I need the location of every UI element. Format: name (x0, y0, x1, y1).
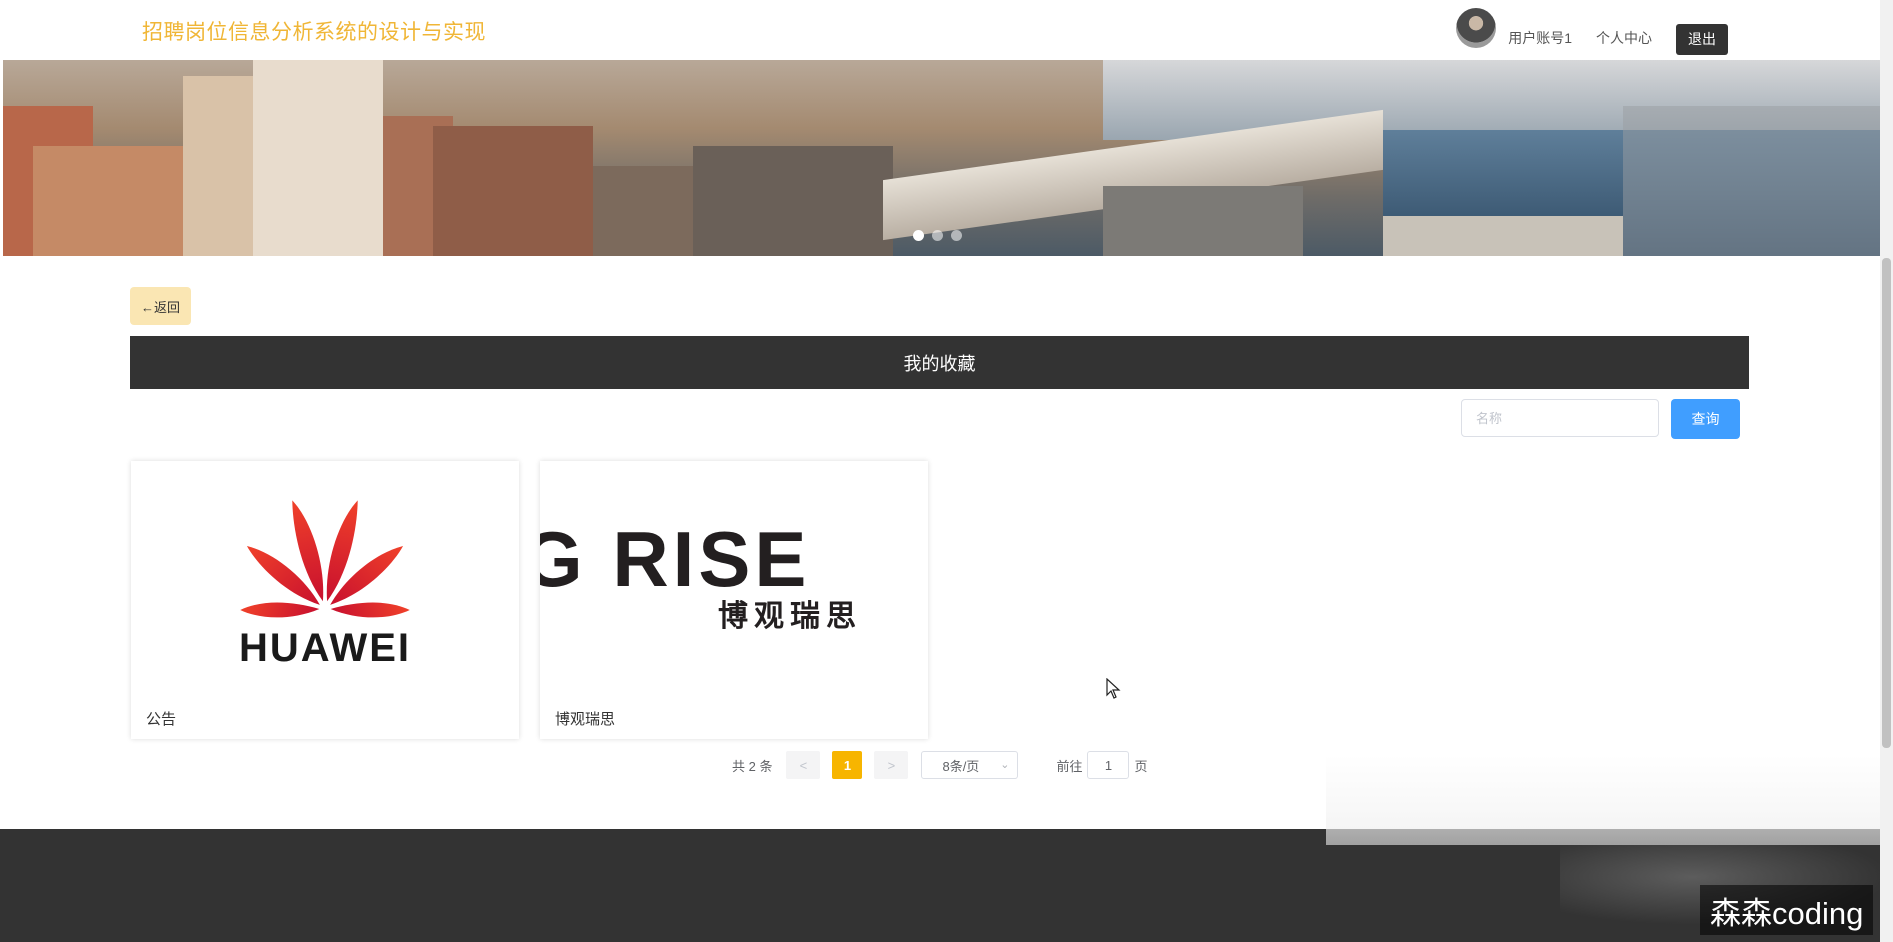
search-input[interactable] (1461, 399, 1659, 437)
pagination: 共 2 条 < 1 > 8条/页 ⌄ 前往 页 (732, 751, 1148, 779)
next-page-button[interactable]: > (874, 751, 909, 779)
personal-center-link[interactable]: 个人中心 (1596, 28, 1652, 48)
banner-building (1623, 106, 1880, 256)
banner-building (593, 166, 693, 256)
banner-building (1103, 186, 1303, 256)
logout-button[interactable]: 退出 (1676, 24, 1728, 55)
goto-page-input[interactable] (1087, 751, 1130, 779)
mouse-cursor-icon (1106, 678, 1121, 699)
card-image: G RISE 博观瑞思 (540, 461, 928, 681)
top-header: 招聘岗位信息分析系统的设计与实现 用户账号1 个人中心 退出 (0, 0, 1880, 60)
pagination-total: 共 2 条 (732, 758, 773, 774)
chevron-down-icon: ⌄ (1000, 759, 1010, 771)
user-area: 用户账号1 个人中心 退出 (1456, 6, 1728, 56)
page-number-current[interactable]: 1 (832, 751, 863, 779)
page-suffix: 页 (1134, 758, 1148, 774)
huawei-logo: HUAWEI (239, 500, 411, 670)
site-title: 招聘岗位信息分析系统的设计与实现 (142, 21, 486, 44)
favorite-card[interactable]: HUAWEI 公告 (131, 461, 519, 739)
carousel-indicators (913, 230, 962, 241)
carousel-dot[interactable] (913, 230, 924, 241)
prev-page-button[interactable]: < (786, 751, 821, 779)
rise-logo: G RISE 博观瑞思 (540, 515, 862, 634)
rise-logo-subtext: 博观瑞思 (718, 599, 862, 634)
username-link[interactable]: 用户账号1 (1508, 28, 1572, 48)
section-title-bar: 我的收藏 (130, 336, 1749, 389)
page-size-select[interactable]: 8条/页 ⌄ (921, 751, 1019, 779)
banner-building (1383, 216, 1623, 256)
blurred-overlay (1326, 755, 1893, 845)
banner-carousel[interactable] (3, 60, 1880, 256)
carousel-dot[interactable] (932, 230, 943, 241)
card-image: HUAWEI (131, 461, 519, 681)
banner-building (253, 60, 383, 256)
scrollbar[interactable] (1880, 0, 1893, 942)
card-caption: 公告 (146, 711, 177, 728)
banner-building (693, 146, 893, 256)
favorite-card[interactable]: G RISE 博观瑞思 博观瑞思 (540, 461, 928, 739)
page-size-value: 8条/页 (942, 758, 980, 774)
section-title: 我的收藏 (903, 353, 976, 374)
card-caption: 博观瑞思 (555, 711, 616, 728)
user-avatar[interactable] (1456, 8, 1497, 48)
search-button[interactable]: 查询 (1671, 399, 1740, 439)
huawei-logo-text: HUAWEI (239, 626, 411, 670)
banner-building (183, 76, 253, 256)
scrollbar-thumb[interactable] (1882, 258, 1891, 748)
carousel-dot[interactable] (951, 230, 962, 241)
back-button[interactable]: ←返回 (130, 287, 191, 325)
rise-logo-text: G RISE (540, 515, 810, 603)
banner-building (433, 126, 593, 256)
goto-label: 前往 (1056, 758, 1083, 774)
watermark: 森森coding (1700, 885, 1874, 935)
banner-building (33, 146, 183, 256)
